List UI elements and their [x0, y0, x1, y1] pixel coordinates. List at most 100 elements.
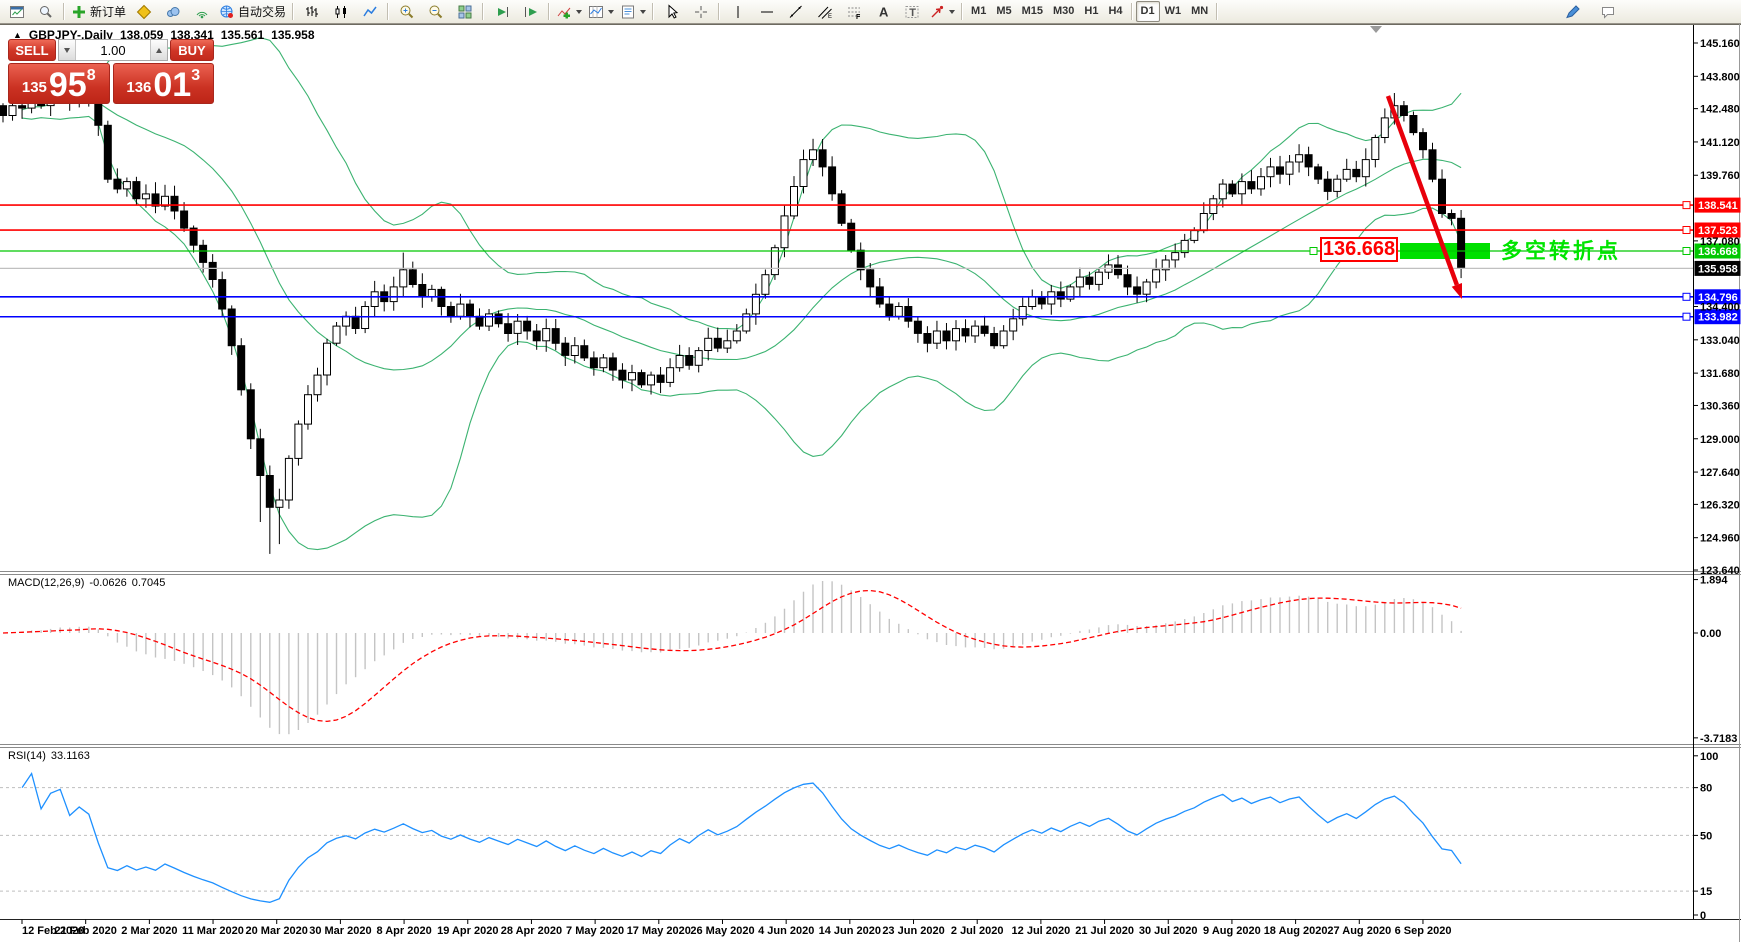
timeframe-d1-button[interactable]: D1	[1136, 1, 1160, 22]
timeframe-m1-button[interactable]: M1	[966, 1, 991, 22]
buy-price-prefix: 136	[126, 79, 151, 96]
trendline-button[interactable]	[781, 1, 810, 23]
svg-text:2 Mar 2020: 2 Mar 2020	[121, 925, 177, 937]
volume-input[interactable]: 1.00	[76, 40, 150, 60]
svg-text:15: 15	[1700, 886, 1712, 898]
svg-text:6 Sep 2020: 6 Sep 2020	[1395, 925, 1452, 937]
svg-text:100: 100	[1700, 751, 1718, 763]
svg-text:14 Jun 2020: 14 Jun 2020	[819, 925, 881, 937]
annotation-text[interactable]: 多空转折点	[1501, 235, 1621, 265]
price-badge: 138.541	[1695, 198, 1741, 213]
svg-text:131.680: 131.680	[1700, 368, 1740, 380]
sell-price-sup: 8	[87, 67, 96, 85]
zoom-out-button[interactable]	[421, 1, 450, 23]
price-level-line[interactable]	[0, 313, 1693, 320]
price-level-line[interactable]	[0, 293, 1693, 300]
macd-histogram	[3, 581, 1461, 734]
line-chart-button[interactable]	[355, 1, 384, 23]
svg-text:11 Mar 2020: 11 Mar 2020	[182, 925, 244, 937]
svg-text:17 May 2020: 17 May 2020	[627, 925, 691, 937]
svg-text:143.800: 143.800	[1700, 71, 1740, 83]
timeframe-w1-button[interactable]: W1	[1160, 1, 1187, 22]
text-label-button[interactable]: T	[897, 1, 926, 23]
svg-text:21 Feb 2020: 21 Feb 2020	[55, 925, 117, 937]
horizontal-line-button[interactable]	[752, 1, 781, 23]
templates-button[interactable]	[617, 1, 649, 23]
svg-text:80: 80	[1700, 783, 1712, 795]
rsi-name: RSI(14)	[8, 750, 46, 762]
svg-text:0.00: 0.00	[1700, 628, 1721, 640]
vertical-line-icon	[730, 4, 746, 20]
svg-text:135.958: 135.958	[1698, 263, 1738, 275]
svg-text:139.760: 139.760	[1700, 170, 1740, 182]
profiles-icon	[38, 4, 54, 20]
quick-edit-button[interactable]	[1558, 1, 1587, 23]
indicators-button[interactable]	[553, 1, 585, 23]
buy-price-panel[interactable]: 136 01 3	[113, 63, 215, 104]
news-icon	[194, 4, 210, 20]
svg-text:133.040: 133.040	[1700, 335, 1740, 347]
equidistant-channel-button[interactable]: E	[810, 1, 839, 23]
tile-windows-button[interactable]	[450, 1, 479, 23]
zoom-in-button[interactable]	[392, 1, 421, 23]
arrow-objects-button[interactable]	[926, 1, 958, 23]
vertical-line-button[interactable]	[723, 1, 752, 23]
chevron-down-icon	[640, 10, 646, 14]
line-handle[interactable]	[1683, 293, 1690, 300]
chart-canvas[interactable]: 138.541137.523136.668134.796133.982135.9…	[0, 0, 1741, 942]
market-button[interactable]	[129, 1, 158, 23]
periods-button[interactable]	[585, 1, 617, 23]
fibonacci-button[interactable]: F	[839, 1, 868, 23]
sell-price-prefix: 135	[22, 79, 47, 96]
chart-shift-marker-icon[interactable]	[1370, 26, 1382, 33]
rsi-value: 33.1163	[51, 750, 90, 762]
timeframe-m15-button[interactable]: M15	[1017, 1, 1048, 22]
chat-button[interactable]	[1593, 1, 1622, 23]
timeframe-h4-button[interactable]: H4	[1103, 1, 1127, 22]
svg-text:142.480: 142.480	[1700, 104, 1740, 116]
timeframe-h1-button[interactable]: H1	[1079, 1, 1103, 22]
signals-icon	[165, 4, 181, 20]
profiles-button[interactable]	[31, 1, 60, 23]
cursor-button[interactable]	[657, 1, 686, 23]
signals-button[interactable]	[158, 1, 187, 23]
news-button[interactable]	[187, 1, 216, 23]
volume-decrease-button[interactable]	[59, 40, 76, 60]
volume-increase-button[interactable]	[150, 40, 167, 60]
toolbar-separator	[652, 3, 654, 20]
candlestick-chart-button[interactable]	[326, 1, 355, 23]
timeframe-m5-button[interactable]: M5	[991, 1, 1016, 22]
new-order-button[interactable]: 新订单	[68, 1, 129, 23]
timeframe-mn-button[interactable]: MN	[1186, 1, 1213, 22]
chevron-up-icon	[156, 48, 162, 53]
auto-scroll-button[interactable]	[487, 1, 516, 23]
svg-text:26 May 2020: 26 May 2020	[690, 925, 754, 937]
sell-price-panel[interactable]: 135 95 8	[8, 63, 110, 104]
crosshair-button[interactable]	[686, 1, 715, 23]
buy-button[interactable]: BUY	[170, 39, 214, 61]
svg-text:141.120: 141.120	[1700, 137, 1740, 149]
price-callout-box[interactable]: 136.668	[1320, 237, 1398, 262]
svg-text:28 Apr 2020: 28 Apr 2020	[501, 925, 562, 937]
toolbar: 新订单 自动交易 EFAT M1M5M15M30H1H4 D1W1MN	[0, 0, 1741, 24]
indicators-icon	[556, 4, 572, 20]
bollinger-bands	[22, 38, 1461, 550]
toolbar-separator	[1131, 3, 1133, 20]
chart-shift-button[interactable]	[516, 1, 545, 23]
text-button[interactable]: A	[868, 1, 897, 23]
line-handle[interactable]	[1683, 313, 1690, 320]
svg-text:19 Apr 2020: 19 Apr 2020	[437, 925, 498, 937]
sell-button[interactable]: SELL	[8, 39, 56, 61]
line-handle[interactable]	[1683, 202, 1690, 209]
mt4-terminal: 138.541137.523136.668134.796133.982135.9…	[0, 0, 1741, 942]
bar-chart-button[interactable]	[297, 1, 326, 23]
new-chart-button[interactable]	[2, 1, 31, 23]
equidistant-channel-icon: E	[817, 4, 833, 20]
line-handle[interactable]	[1683, 248, 1690, 255]
autotrading-button[interactable]: 自动交易	[216, 1, 289, 23]
rsi-line	[22, 774, 1461, 903]
timeframe-m30-button[interactable]: M30	[1048, 1, 1079, 22]
line-handle[interactable]	[1310, 248, 1317, 255]
toolbar-separator	[482, 3, 484, 20]
line-handle[interactable]	[1683, 227, 1690, 234]
